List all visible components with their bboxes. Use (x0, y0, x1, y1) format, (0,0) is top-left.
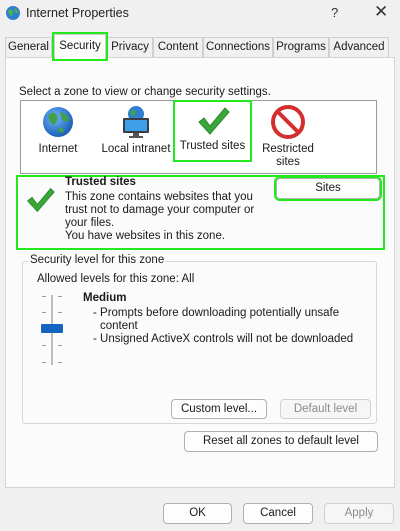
level-desc-line: content (100, 320, 138, 332)
security-panel: Select a zone to view or change security… (5, 57, 395, 488)
slider-thumb[interactable] (41, 324, 63, 333)
slider-tick (42, 362, 46, 363)
tab-security[interactable]: Security (52, 32, 108, 61)
zone-local-intranet[interactable]: Local intranet (98, 101, 174, 156)
slider-tick (58, 296, 62, 297)
window-title: Internet Properties (26, 6, 129, 20)
zone-info-line: your files. (65, 217, 115, 229)
slider-tick (58, 312, 62, 313)
green-check-icon (175, 104, 250, 138)
zone-info-description: This zone contains websites that you tru… (65, 191, 265, 243)
close-button[interactable]: ✕ (374, 2, 388, 22)
zone-restricted-sites-label: Restricted sites (262, 143, 314, 168)
help-button[interactable]: ? (331, 5, 338, 20)
zone-restricted-sites[interactable]: Restricted sites (257, 101, 319, 169)
tab-strip: General Security Privacy Content Connect… (5, 32, 395, 61)
level-desc-line: - Prompts before downloading potentially… (93, 307, 340, 319)
apply-button[interactable]: Apply (324, 503, 394, 524)
zone-info: Trusted sites This zone contains website… (16, 175, 385, 250)
reset-all-zones-button[interactable]: Reset all zones to default level (184, 431, 378, 452)
zone-trusted-sites[interactable]: Trusted sites (173, 100, 252, 162)
sites-button[interactable]: Sites (274, 176, 382, 201)
tab-connections[interactable]: Connections (203, 37, 273, 58)
slider-tick (42, 296, 46, 297)
title-bar: Internet Properties ? ✕ (0, 0, 400, 30)
tab-privacy[interactable]: Privacy (107, 37, 153, 58)
zone-internet-label: Internet (38, 143, 78, 155)
tab-general[interactable]: General (5, 37, 52, 58)
zone-local-intranet-label: Local intranet (101, 143, 171, 155)
zone-trusted-sites-label: Trusted sites (179, 140, 246, 152)
security-level-description: - Prompts before downloading potentially… (93, 307, 373, 346)
slider-tick (58, 345, 62, 346)
tab-programs[interactable]: Programs (273, 37, 329, 58)
security-level-legend: Security level for this zone (28, 254, 167, 266)
security-level-name: Medium (83, 292, 127, 304)
allowed-levels-label: Allowed levels for this zone: All (37, 273, 195, 285)
tab-advanced[interactable]: Advanced (329, 37, 389, 58)
monitor-globe-icon (98, 104, 174, 140)
trusted-check-icon (24, 185, 56, 218)
slider-tick (58, 362, 62, 363)
globe-icon (31, 104, 85, 140)
no-entry-icon (257, 104, 319, 140)
security-level-slider[interactable] (37, 295, 67, 367)
custom-level-button[interactable]: Custom level... (171, 399, 267, 419)
slider-tick (42, 312, 46, 313)
zone-internet[interactable]: Internet (31, 101, 85, 156)
cancel-button[interactable]: Cancel (243, 503, 313, 524)
internet-properties-icon (5, 5, 21, 21)
zone-prompt: Select a zone to view or change security… (19, 86, 271, 98)
zone-list: Internet Local intranet Trusted sites Re… (20, 100, 377, 174)
ok-button[interactable]: OK (163, 503, 232, 524)
slider-tick (42, 345, 46, 346)
zone-info-line: This zone contains websites that you (65, 191, 253, 203)
default-level-button[interactable]: Default level (280, 399, 371, 419)
zone-info-title: Trusted sites (65, 176, 136, 188)
zone-info-line: trust not to damage your computer or (65, 204, 255, 216)
tab-content[interactable]: Content (153, 37, 203, 58)
level-desc-line: - Unsigned ActiveX controls will not be … (93, 333, 354, 345)
zone-info-line: You have websites in this zone. (65, 230, 226, 242)
